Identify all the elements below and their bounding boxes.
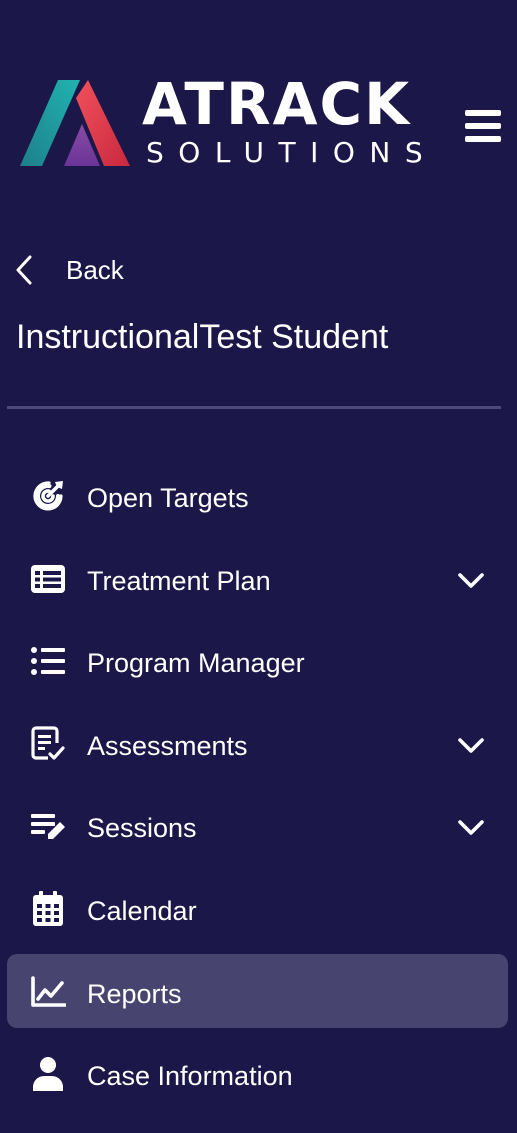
logo-mark-icon [20,80,130,166]
nav-item-case-information[interactable]: Case Information [7,1036,508,1110]
chevron-down-icon[interactable] [455,567,487,595]
divider [7,406,501,409]
logo-wordmark: ATRACK SOLUTIONS [142,70,442,174]
sidebar: ATRACK SOLUTIONS Back InstructionalTest … [0,0,517,1133]
back-label: Back [66,254,124,285]
nav-item-open-targets[interactable]: Open Targets [7,458,508,532]
edit-list-icon [29,808,67,844]
student-name: InstructionalTest Student [16,318,389,356]
logo-title: ATRACK [142,70,412,138]
nav-item-treatment-plan[interactable]: Treatment Plan [7,541,508,615]
hamburger-icon[interactable] [463,108,505,144]
target-icon [29,478,67,514]
chevron-down-icon[interactable] [455,814,487,842]
nav-label: Assessments [87,730,248,761]
nav-item-program-manager[interactable]: Program Manager [7,623,508,697]
calendar-icon [29,890,67,927]
chevron-down-icon[interactable] [455,732,487,760]
sidebar-header: ATRACK SOLUTIONS [0,0,517,200]
nav-item-reports[interactable]: Reports [7,953,508,1028]
nav-label: Case Information [87,1061,293,1092]
nav-label: Reports [87,978,182,1009]
atrack-logo[interactable]: ATRACK SOLUTIONS [20,70,440,174]
nav-item-calendar[interactable]: Calendar [7,871,508,945]
nav-label: Treatment Plan [87,565,271,596]
nav-label: Calendar [87,895,197,926]
sidebar-nav: Open Targets Treatment Plan Program Mana… [0,458,517,1119]
checklist-doc-icon [29,726,67,762]
bullet-list-icon [29,643,67,679]
line-chart-icon [29,974,67,1010]
nav-item-assessments[interactable]: Assessments [7,706,508,780]
nav-label: Open Targets [87,483,249,513]
user-icon [29,1056,67,1092]
back-button[interactable]: Back [14,248,124,292]
chevron-left-icon [14,250,44,290]
nav-label: Sessions [87,813,197,844]
logo-subtitle: SOLUTIONS [146,136,438,169]
list-table-icon [29,561,67,597]
nav-item-sessions[interactable]: Sessions [7,788,508,862]
nav-label: Program Manager [87,648,305,679]
